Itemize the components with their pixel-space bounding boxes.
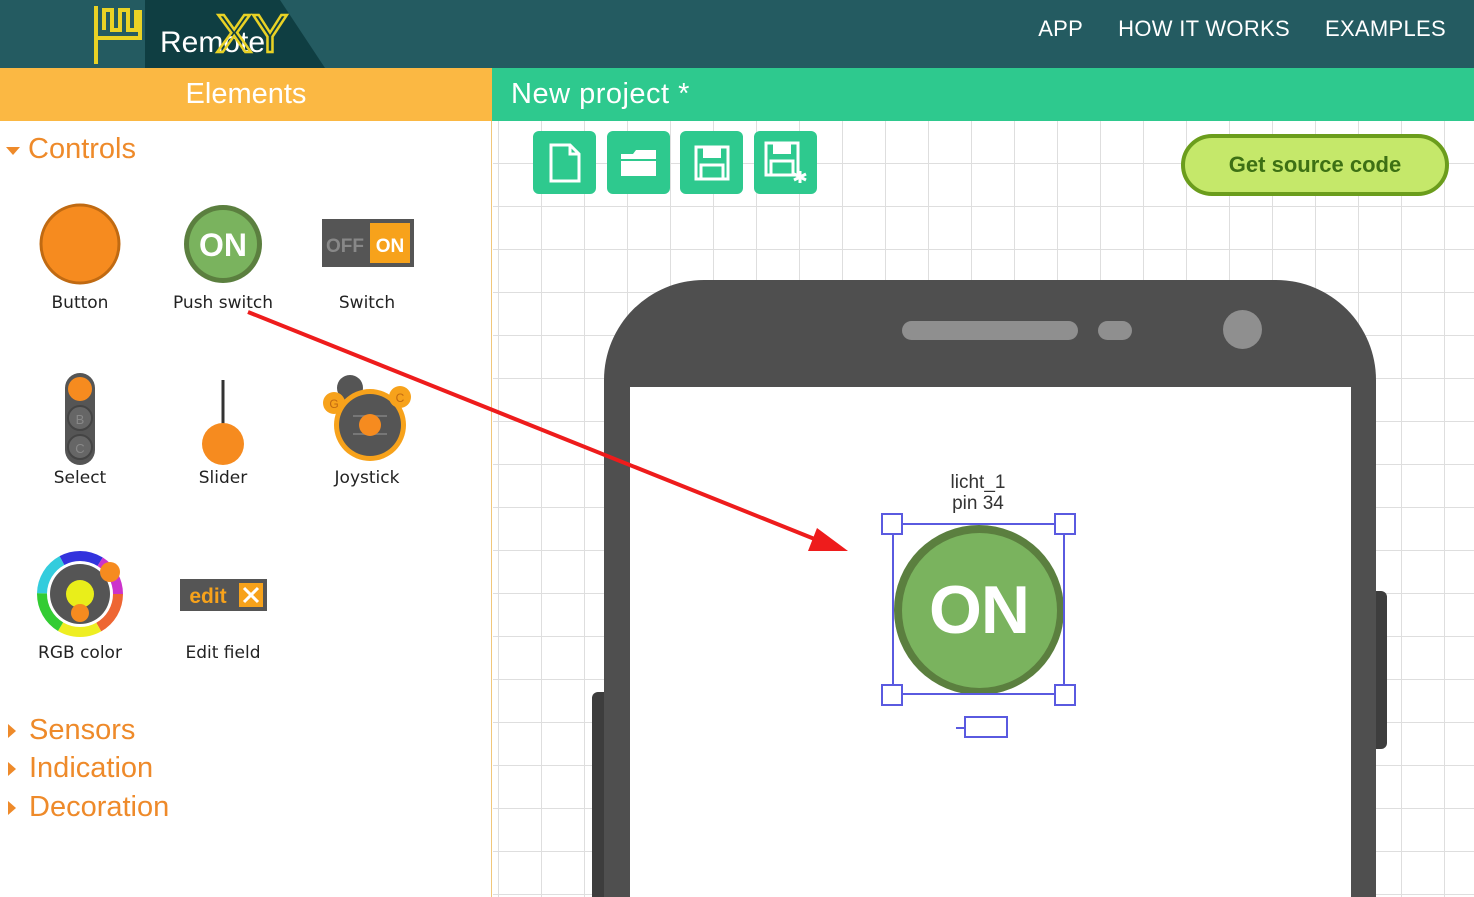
switch-on-text: ON xyxy=(376,236,405,257)
open-project-button[interactable] xyxy=(607,131,670,194)
element-joystick[interactable]: G C Joystick xyxy=(297,368,437,488)
category-decoration-label: Decoration xyxy=(29,791,170,823)
element-slider-label: Slider xyxy=(198,468,248,488)
logo-xy: XY xyxy=(216,4,288,64)
new-file-icon xyxy=(549,143,580,182)
save-icon xyxy=(694,145,729,180)
resize-handle-top-right[interactable] xyxy=(1054,513,1076,535)
chevron-right-icon xyxy=(8,761,16,776)
phone-camera xyxy=(1223,310,1262,349)
edit-field-text: edit xyxy=(189,585,226,608)
select-icon: B C xyxy=(10,368,150,468)
select-letter-b: B xyxy=(76,412,85,427)
phone-speaker xyxy=(902,321,1078,340)
rgb-color-icon xyxy=(10,543,150,643)
element-switch-label: Switch xyxy=(338,293,396,313)
category-sensors[interactable]: Sensors xyxy=(6,714,135,747)
element-button-label: Button xyxy=(51,293,109,313)
slider-icon xyxy=(153,368,293,468)
nav-examples[interactable]: EXAMPLES xyxy=(1325,16,1446,42)
app-root: Remote XY APP HOW IT WORKS EXAMPLES Elem… xyxy=(0,0,1474,897)
get-source-code-button[interactable]: Get source code xyxy=(1181,134,1449,196)
element-select[interactable]: B C Select xyxy=(10,368,150,488)
chevron-right-icon xyxy=(8,800,16,815)
widget-caption: licht_1 pin 34 xyxy=(918,472,1038,514)
open-folder-icon xyxy=(620,149,656,176)
category-indication[interactable]: Indication xyxy=(6,752,153,785)
element-edit-field-label: Edit field xyxy=(185,643,261,663)
selection-box xyxy=(892,523,1065,695)
element-push-switch[interactable]: ON Push switch xyxy=(153,193,293,313)
new-project-button[interactable] xyxy=(533,131,596,194)
widget-name: licht_1 xyxy=(950,472,1006,493)
resize-handle-bottom-right[interactable] xyxy=(1054,684,1076,706)
nav-app[interactable]: APP xyxy=(1038,16,1083,42)
element-joystick-label: Joystick xyxy=(334,468,400,488)
element-button[interactable]: Button xyxy=(10,193,150,313)
element-select-label: Select xyxy=(53,468,107,488)
top-bar: Remote XY APP HOW IT WORKS EXAMPLES xyxy=(0,0,1474,68)
element-push-switch-label: Push switch xyxy=(172,293,274,313)
save-project-button[interactable] xyxy=(680,131,743,194)
select-letter-c: C xyxy=(75,441,84,456)
category-controls-label: Controls xyxy=(28,133,136,165)
switch-off-text: OFF xyxy=(326,236,364,257)
element-switch[interactable]: OFF ON Switch xyxy=(297,193,437,313)
main-nav: APP HOW IT WORKS EXAMPLES xyxy=(1038,16,1446,42)
push-switch-icon-text: ON xyxy=(199,227,247,263)
joystick-g-text: G xyxy=(329,397,338,411)
remotexy-logo[interactable]: Remote XY xyxy=(90,0,330,68)
category-sensors-label: Sensors xyxy=(29,714,136,746)
push-switch-icon: ON xyxy=(153,193,293,293)
widget-pin: pin 34 xyxy=(952,493,1004,514)
element-edit-field[interactable]: edit Edit field xyxy=(153,543,293,663)
save-as-icon xyxy=(764,141,807,183)
category-decoration[interactable]: Decoration xyxy=(6,791,169,824)
category-indication-label: Indication xyxy=(29,752,154,784)
elements-header: Elements xyxy=(0,68,492,121)
element-rgb-color-label: RGB color xyxy=(38,643,122,663)
element-slider[interactable]: Slider xyxy=(153,368,293,488)
save-as-button[interactable] xyxy=(754,131,817,194)
resize-handle-top-left[interactable] xyxy=(881,513,903,535)
element-rgb-color[interactable]: RGB color xyxy=(10,543,150,663)
chevron-right-icon xyxy=(8,723,16,738)
link-handle[interactable] xyxy=(964,716,1008,738)
joystick-icon: G C xyxy=(297,368,437,468)
edit-field-icon: edit xyxy=(153,543,293,643)
switch-icon: OFF ON xyxy=(297,193,437,293)
category-controls[interactable]: Controls xyxy=(6,133,136,166)
phone-sensor xyxy=(1098,321,1132,340)
nav-how-it-works[interactable]: HOW IT WORKS xyxy=(1118,16,1290,42)
joystick-c-text: C xyxy=(396,391,405,405)
chevron-down-icon xyxy=(6,146,20,155)
button-icon xyxy=(10,193,150,293)
resize-handle-bottom-left[interactable] xyxy=(881,684,903,706)
project-title: New project * xyxy=(492,68,1474,121)
